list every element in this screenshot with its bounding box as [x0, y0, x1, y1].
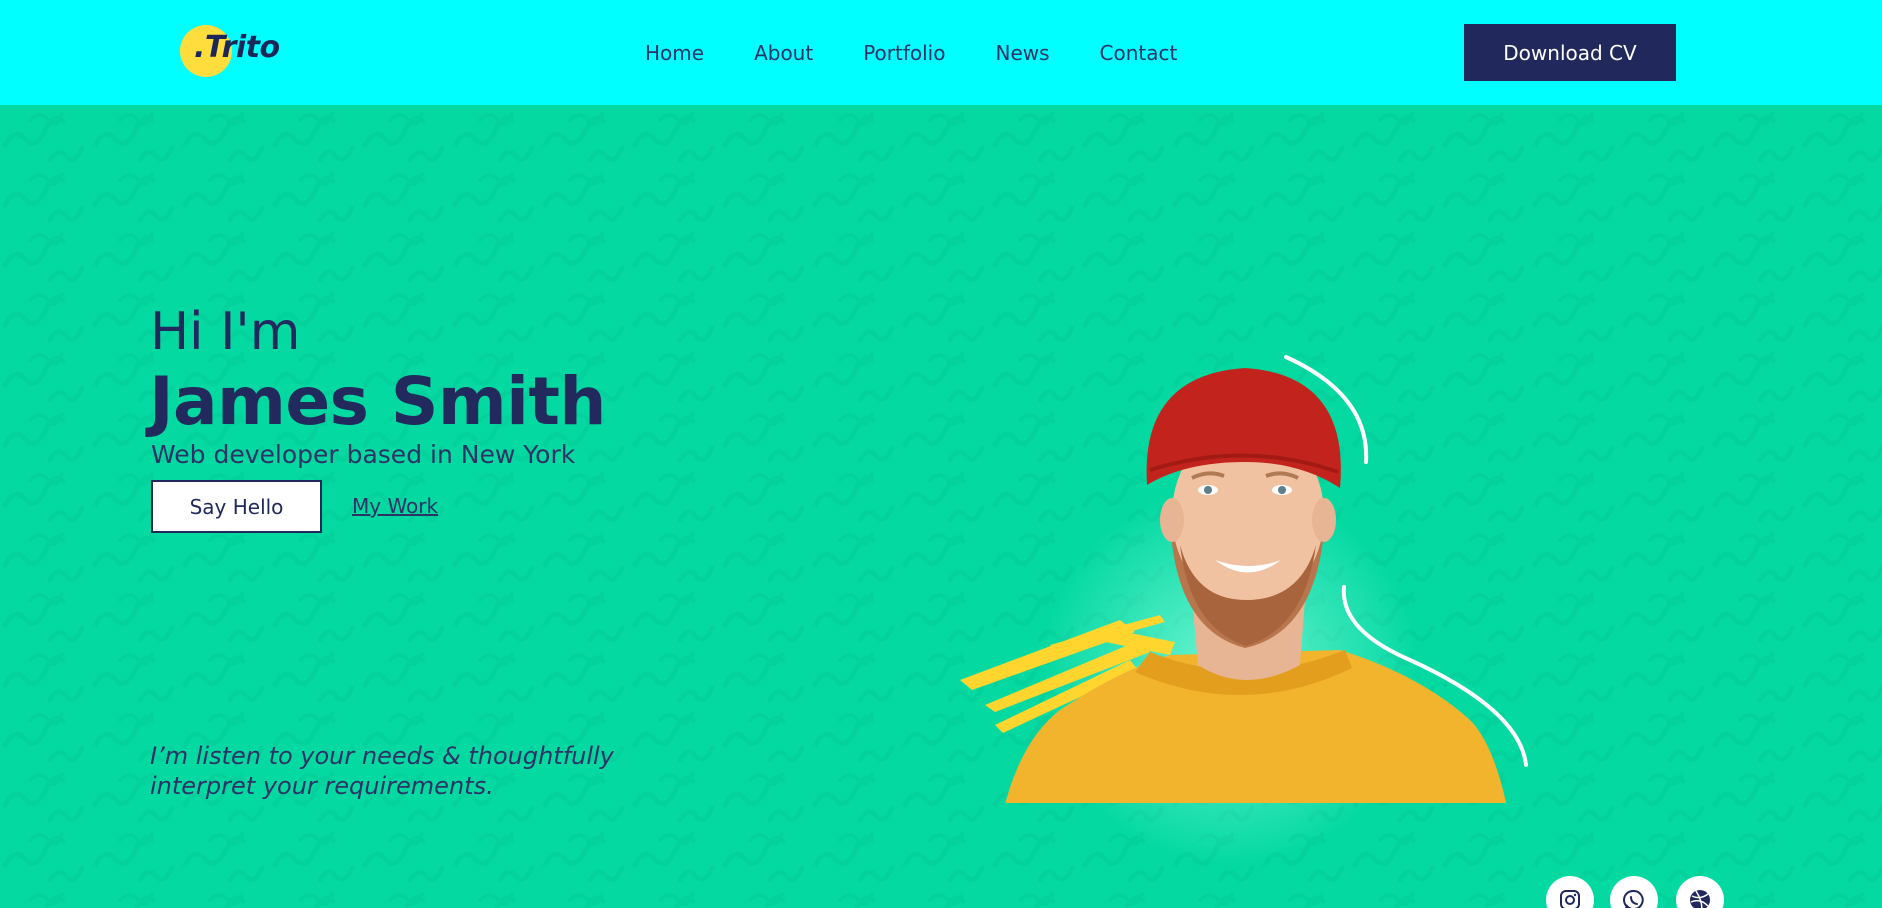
portrait-illustration — [960, 355, 1528, 803]
hero-name: James Smith — [149, 363, 606, 440]
instagram-icon — [1560, 890, 1580, 908]
ear-left — [1160, 498, 1184, 542]
ear-right — [1312, 498, 1336, 542]
nav-contact[interactable]: Contact — [1100, 40, 1178, 66]
say-hello-button[interactable]: Say Hello — [151, 480, 322, 533]
my-work-link[interactable]: My Work — [352, 494, 438, 518]
quote-line-1: I’m listen to your needs & thoughtfully — [150, 742, 614, 770]
nav-home[interactable]: Home — [645, 40, 704, 66]
nav-about[interactable]: About — [754, 40, 813, 66]
hero-greeting: Hi I'm — [150, 302, 301, 362]
site-header: .Trito Home About Portfolio News Contact… — [0, 0, 1882, 105]
whatsapp-icon — [1623, 889, 1644, 908]
nav-news[interactable]: News — [995, 40, 1049, 66]
brand-logo[interactable]: .Trito — [180, 24, 300, 77]
download-cv-button[interactable]: Download CV — [1464, 24, 1676, 81]
logo-text: .Trito — [194, 30, 280, 65]
main-nav: Home About Portfolio News Contact — [645, 40, 1177, 66]
hero-subtitle: Web developer based in New York — [151, 440, 576, 469]
dribbble-icon — [1690, 890, 1710, 908]
quote-line-2: interpret your requirements. — [150, 772, 494, 800]
hero-quote: I’m listen to your needs & thoughtfully … — [150, 741, 670, 801]
nav-portfolio[interactable]: Portfolio — [863, 40, 945, 66]
